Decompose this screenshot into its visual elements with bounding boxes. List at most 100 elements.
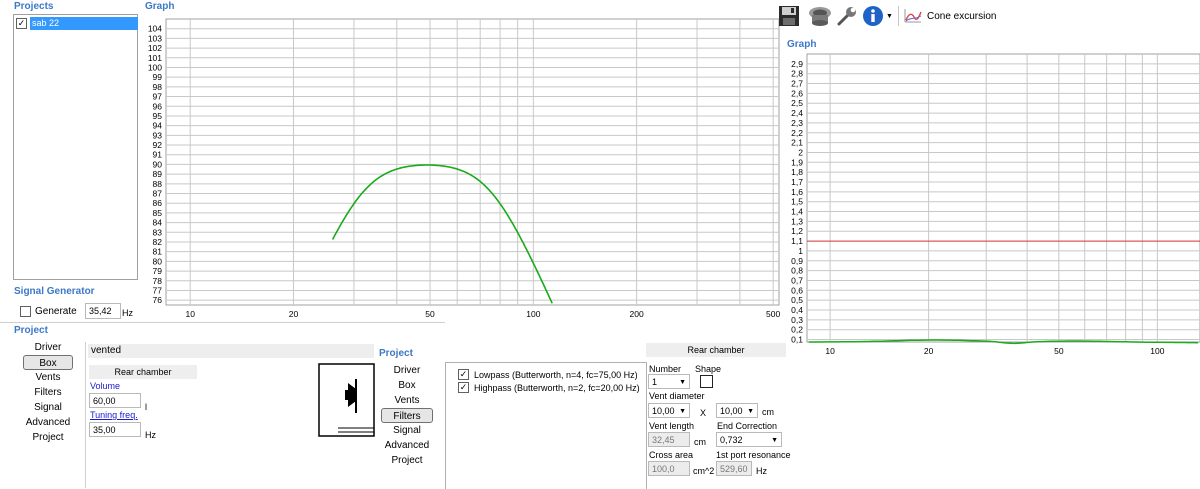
nav-middle-box[interactable]: Box [381,378,433,393]
y-tick-label: 1,8 [791,167,803,177]
filter-lowpass-checkbox[interactable]: ✓ [458,369,469,380]
y-tick-label: 2,8 [791,69,803,79]
nav-middle-vents[interactable]: Vents [381,393,433,408]
nav-vents[interactable]: Vents [23,370,73,385]
y-tick-label: 103 [148,33,162,43]
vent-length-unit: cm [694,437,706,447]
cone-excursion-graph[interactable]: 2,92,82,72,62,52,42,32,22,121,91,81,71,6… [779,50,1200,362]
y-tick-label: 0,2 [791,325,803,335]
signal-frequency-unit: Hz [122,308,133,318]
y-tick-label: 0,3 [791,315,803,325]
generate-checkbox[interactable] [20,306,31,317]
nav-middle-project[interactable]: Project [381,453,433,468]
volume-input[interactable]: 60,00 [89,393,141,408]
y-tick-label: 1,9 [791,157,803,167]
vent-diameter-label: Vent diameter [649,391,705,401]
y-tick-label: 2,4 [791,108,803,118]
y-tick-label: 1,4 [791,207,803,217]
cone-excursion-icon[interactable] [904,8,922,24]
vent-number-select[interactable]: 1 ▼ [648,374,690,389]
x-tick-label: 20 [289,309,299,319]
vent-diameter-2-select[interactable]: 10,00 ▼ [716,403,758,418]
y-tick-label: 2,7 [791,79,803,89]
vent-diameter-unit: cm [762,407,774,417]
info-dropdown-arrow-icon[interactable]: ▼ [886,13,893,20]
nav-box[interactable]: Box [23,355,73,370]
filter-highpass-checkbox[interactable]: ✓ [458,382,469,393]
nav-driver[interactable]: Driver [23,340,73,355]
y-tick-label: 78 [153,276,163,286]
vent-number-value: 1 [652,377,658,387]
plot-area [165,18,780,306]
y-tick-label: 0,9 [791,256,803,266]
y-tick-label: 83 [153,227,163,237]
x-tick-label: 50 [1054,346,1064,356]
x-tick-label: 100 [1150,346,1164,356]
project-left-nav: Driver Box Vents Filters Signal Advanced… [23,340,73,445]
nav-middle-advanced[interactable]: Advanced [381,438,433,453]
vent-length-input[interactable]: 32,45 [648,432,690,447]
y-tick-label: 97 [153,92,163,102]
box-diagram-icon [318,363,375,437]
vents-rear-chamber-header: Rear chamber [646,343,786,357]
nav-signal[interactable]: Signal [23,400,73,415]
y-tick-label: 89 [153,169,163,179]
wrench-icon[interactable] [836,5,858,27]
nav-middle-signal[interactable]: Signal [381,423,433,438]
cone-excursion-button[interactable]: Cone excursion [927,11,996,22]
cross-area-unit: cm^2 [693,466,715,476]
vent-diameter-1-select[interactable]: 10,00 ▼ [648,403,690,418]
y-tick-label: 1,2 [791,226,803,236]
floppy-disk-icon[interactable] [778,5,800,27]
filter-highpass-label: Highpass (Butterworth, n=2, fc=20,00 Hz) [474,382,640,393]
nav-middle-filters[interactable]: Filters [381,408,433,423]
vent-number-arrow-icon: ▼ [679,379,686,386]
y-tick-label: 87 [153,189,163,199]
y-tick-label: 80 [153,256,163,266]
port-resonance-input[interactable]: 529,60 [716,461,752,476]
vent-diameter-2-value: 10,00 [720,406,743,416]
volume-unit: l [145,402,147,412]
tuning-input[interactable]: 35,00 [89,422,141,437]
y-tick-label: 100 [148,62,162,72]
speaker-driver-icon[interactable] [808,5,832,27]
vent-number-label: Number [649,364,682,374]
project-item[interactable]: ✓ sab 22 [16,17,138,30]
vent-length-label: Vent length [649,421,695,431]
y-tick-label: 86 [153,198,163,208]
signal-frequency-input[interactable]: 35,42 [85,303,121,319]
vent-diameter-1-arrow-icon: ▼ [679,408,686,415]
nav-advanced[interactable]: Advanced [23,415,73,430]
y-tick-label: 79 [153,266,163,276]
info-icon[interactable] [862,5,884,27]
project-middle-title: Project [379,348,413,359]
filter-item-lowpass[interactable]: ✓ Lowpass (Butterworth, n=4, fc=75,00 Hz… [458,369,638,380]
spl-graph[interactable]: 1041031021011009998979695949392919089888… [140,14,780,328]
y-tick-label: 76 [153,295,163,305]
y-tick-label: 1,5 [791,197,803,207]
projects-title: Projects [14,1,54,12]
vent-shape-label: Shape [695,364,722,374]
vent-shape-checkbox[interactable] [700,375,713,388]
y-tick-label: 99 [153,72,163,82]
project-left-title: Project [14,325,48,336]
nav-project[interactable]: Project [23,430,73,445]
nav-middle-driver[interactable]: Driver [381,363,433,378]
generate-checkbox-row[interactable]: Generate [20,306,77,317]
y-tick-label: 104 [148,24,162,34]
y-tick-label: 0,1 [791,335,803,345]
cross-area-input[interactable]: 100,0 [648,461,690,476]
y-tick-label: 2 [798,147,803,157]
nav-filters[interactable]: Filters [23,385,73,400]
projects-list[interactable]: ✓ sab 22 [13,14,138,280]
y-tick-label: 102 [148,43,162,53]
filters-list[interactable]: ✓ Lowpass (Butterworth, n=4, fc=75,00 Hz… [445,362,647,489]
y-tick-label: 82 [153,237,163,247]
y-tick-label: 95 [153,111,163,121]
volume-label: Volume [90,381,121,391]
toolbar: ▼ Cone excursion [778,3,1200,29]
y-tick-label: 77 [153,285,163,295]
filter-item-highpass[interactable]: ✓ Highpass (Butterworth, n=2, fc=20,00 H… [458,382,640,393]
end-correction-select[interactable]: 0,732 ▼ [716,432,782,447]
project-checkbox[interactable]: ✓ [16,18,27,29]
